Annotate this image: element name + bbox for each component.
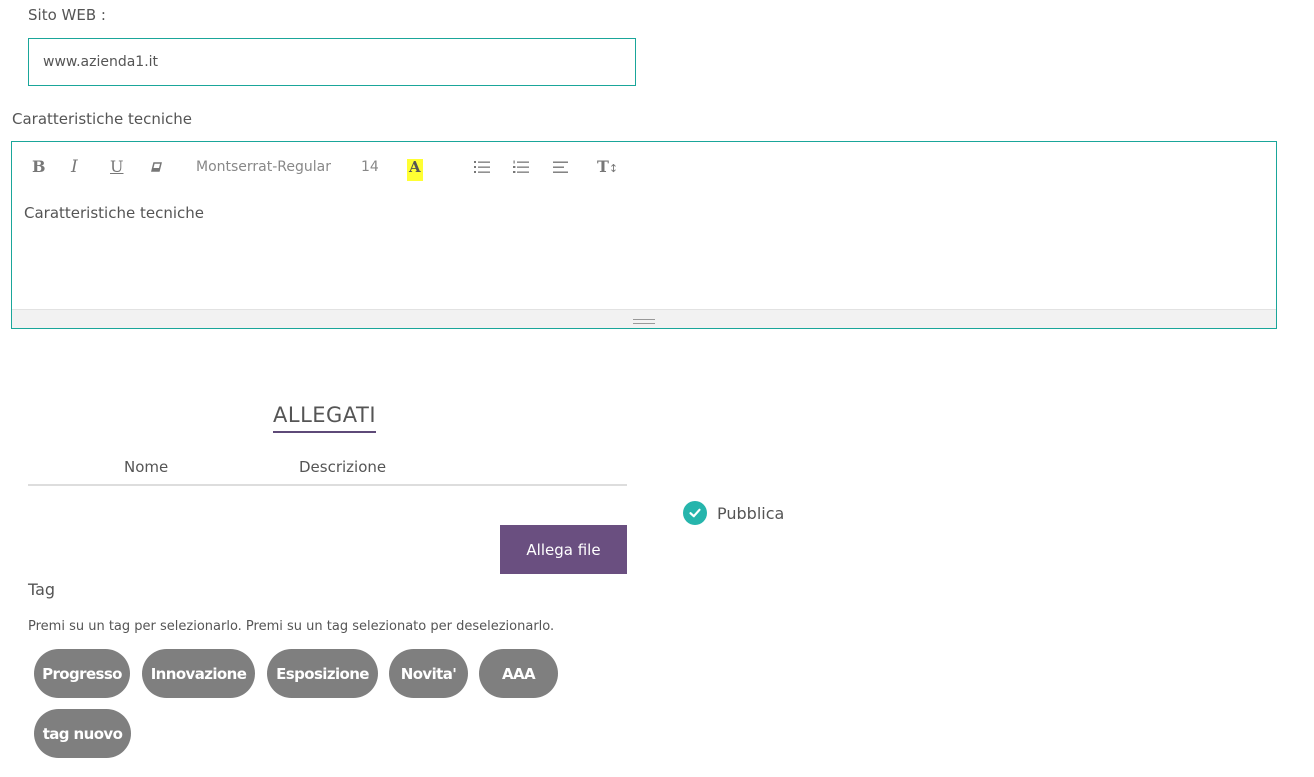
- attachments-title: ALLEGATI: [273, 403, 377, 433]
- eraser-icon[interactable]: [150, 158, 164, 180]
- tag-chip[interactable]: Esposizione: [267, 649, 378, 698]
- updown-arrow-icon: ↕: [608, 162, 619, 175]
- tag-chip[interactable]: Novita': [389, 649, 468, 698]
- check-icon: [683, 501, 707, 525]
- table-header-divider: [28, 484, 627, 486]
- attach-file-button[interactable]: Allega file: [500, 525, 627, 574]
- align-icon[interactable]: [553, 158, 568, 180]
- rich-text-editor: B I U Montserrat-Regular 14 A T↕ Caratte…: [11, 141, 1277, 329]
- column-header-name: Nome: [124, 458, 169, 476]
- publish-label: Pubblica: [717, 503, 785, 523]
- tag-chip[interactable]: AAA: [479, 649, 558, 698]
- editor-resize-handle[interactable]: [12, 309, 1276, 328]
- website-input[interactable]: [28, 38, 636, 86]
- tag-chip[interactable]: Innovazione: [142, 649, 255, 698]
- line-height-letter: T: [597, 157, 609, 176]
- tag-chip[interactable]: Progresso: [34, 649, 130, 698]
- resize-grip-icon: [633, 319, 655, 324]
- highlight-color-button[interactable]: A: [407, 159, 423, 181]
- tag-label: Tag: [28, 580, 56, 599]
- ordered-list-icon[interactable]: [513, 158, 529, 180]
- publish-toggle[interactable]: Pubblica: [683, 501, 784, 525]
- tag-help-text: Premi su un tag per selezionarlo. Premi …: [28, 619, 555, 634]
- line-height-icon[interactable]: T↕: [597, 156, 618, 178]
- editor-content[interactable]: Caratteristiche tecniche: [24, 204, 204, 222]
- tag-chip[interactable]: tag nuovo: [34, 709, 131, 758]
- website-label: Sito WEB :: [28, 6, 106, 24]
- column-header-description: Descrizione: [299, 458, 387, 476]
- bold-button[interactable]: B: [32, 156, 46, 178]
- unordered-list-icon[interactable]: [474, 158, 490, 180]
- font-family-select[interactable]: Montserrat-Regular: [196, 156, 331, 178]
- italic-button[interactable]: I: [71, 156, 78, 178]
- font-size-select[interactable]: 14: [361, 156, 379, 178]
- underline-button[interactable]: U: [110, 156, 123, 178]
- specs-label: Caratteristiche tecniche: [12, 110, 192, 128]
